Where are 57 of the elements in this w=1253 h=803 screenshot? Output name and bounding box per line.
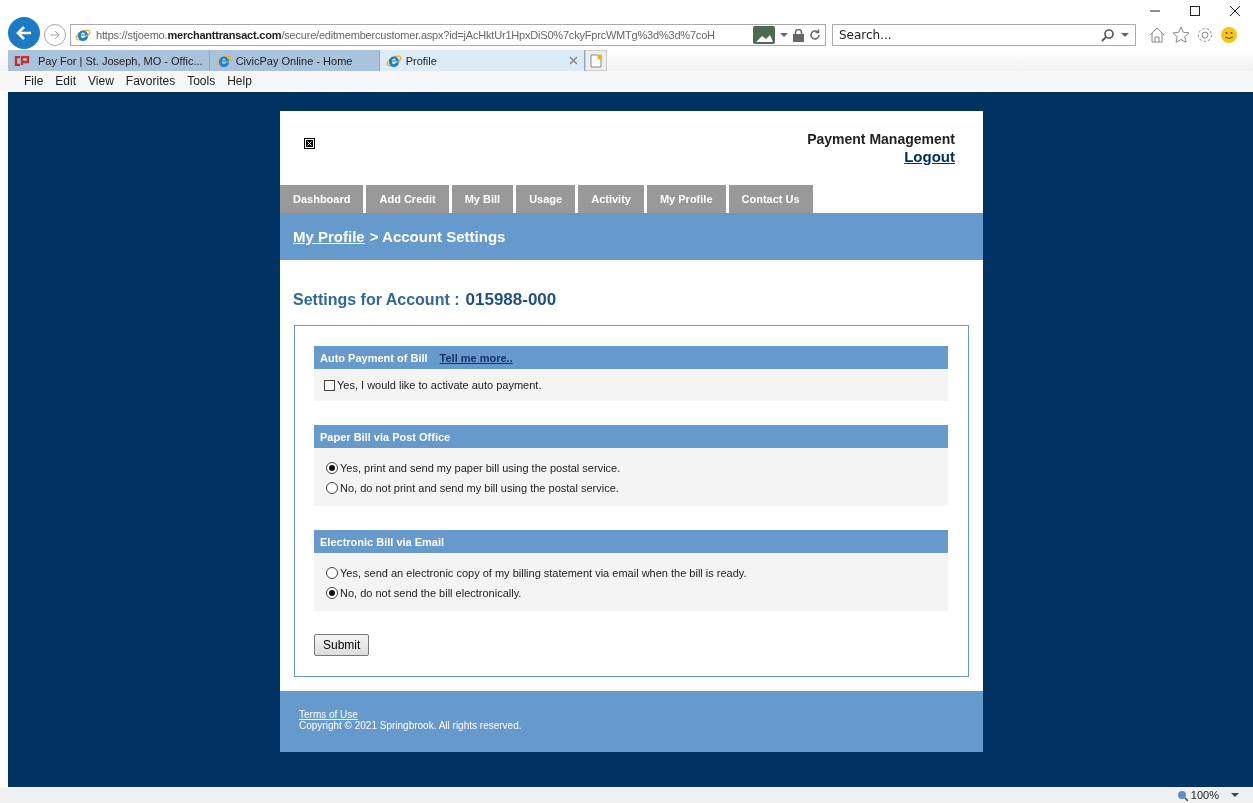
dropdown-icon[interactable] bbox=[780, 32, 788, 38]
settings-heading: Settings for Account : bbox=[293, 291, 460, 309]
radio-button[interactable] bbox=[326, 482, 338, 494]
account-number: 015988-000 bbox=[465, 290, 557, 310]
menu-item[interactable]: View bbox=[88, 74, 114, 88]
browser-logo-icon bbox=[385, 52, 402, 69]
dropdown-icon[interactable] bbox=[1231, 792, 1239, 798]
radio-button[interactable] bbox=[326, 567, 338, 579]
info-link[interactable]: Tell me more.. bbox=[439, 351, 513, 364]
page-title: > Account Settings bbox=[369, 228, 506, 245]
submit-button[interactable]: Submit bbox=[314, 634, 370, 656]
section-title: Paper Bill via Post Office bbox=[320, 430, 451, 443]
dropdown-icon[interactable] bbox=[1121, 32, 1129, 38]
site-title: Payment Management bbox=[807, 130, 955, 148]
browser-logo-icon bbox=[215, 52, 232, 69]
zoom-level[interactable]: 100% bbox=[1176, 789, 1219, 801]
url-text: https://stjoemo.merchanttransact.com/secure/editmembercustomer.aspx?id=jAcHktUr1HpxDiS0%7ckyFprcWMTg%3d%3d%7coH bbox=[96, 29, 716, 41]
new-page-icon bbox=[589, 53, 602, 68]
address-bar[interactable]: https://stjoemo.merchanttransact.com/secure/editmembercustomer.aspx?id=jAcHktUr1HpxDiS0%7ckyFprcWMTg%3d%3d%7coH bbox=[70, 24, 826, 46]
browser-logo-icon bbox=[75, 27, 91, 43]
forward-arrow-icon bbox=[49, 29, 61, 41]
back-button[interactable] bbox=[8, 17, 40, 49]
search-box[interactable]: Search... bbox=[832, 24, 1136, 46]
close-icon[interactable] bbox=[1229, 5, 1241, 17]
broken-image-icon bbox=[304, 138, 315, 149]
star-icon[interactable] bbox=[1172, 26, 1190, 44]
radio-button[interactable] bbox=[326, 587, 338, 599]
logout-link[interactable]: Logout bbox=[807, 148, 955, 166]
section-title: Electronic Bill via Email bbox=[320, 535, 445, 548]
copyright-text: Copyright © 2021 Springbrook. All rights reserved. bbox=[299, 720, 523, 731]
image-icon bbox=[753, 26, 775, 44]
menu-item[interactable]: Help bbox=[227, 74, 252, 88]
option-label: Yes, send an electronic copy of my billing statement via email when the bill is ready. bbox=[340, 567, 747, 579]
menu-item[interactable]: Tools bbox=[187, 74, 216, 88]
browser-tab[interactable]: Pay For | St. Joseph, MO - Offic... bbox=[8, 50, 210, 71]
close-tab-icon[interactable] bbox=[568, 54, 578, 67]
back-arrow-icon bbox=[15, 24, 33, 42]
option-label: No, do not print and send my bill using the postal service. bbox=[340, 482, 619, 494]
refresh-icon[interactable] bbox=[809, 29, 821, 41]
browser-tab[interactable]: Profile bbox=[379, 50, 585, 71]
settings-icon[interactable] bbox=[1196, 26, 1214, 44]
menu-item[interactable]: File bbox=[24, 74, 44, 88]
option-label: Yes, I would like to activate auto payment. bbox=[337, 379, 542, 391]
menu-item[interactable]: Favorites bbox=[125, 74, 176, 88]
zoom-icon bbox=[1176, 789, 1188, 801]
home-icon[interactable] bbox=[1148, 26, 1166, 44]
menu-item[interactable]: Edit bbox=[55, 74, 77, 88]
radio-button[interactable] bbox=[326, 462, 338, 474]
option-label: Yes, print and send my paper bill using the postal service. bbox=[340, 462, 621, 474]
checkbox[interactable] bbox=[324, 379, 335, 391]
browser-tab[interactable]: CivicPay Online - Home bbox=[209, 50, 380, 71]
lock-icon bbox=[793, 28, 804, 42]
option-label: No, do not send the bill electronically. bbox=[340, 587, 522, 599]
maximize-icon[interactable] bbox=[1189, 5, 1201, 17]
section-title: Auto Payment of Bill bbox=[320, 351, 428, 364]
smiley-icon[interactable] bbox=[1220, 26, 1238, 44]
search-icon[interactable] bbox=[1101, 28, 1115, 42]
